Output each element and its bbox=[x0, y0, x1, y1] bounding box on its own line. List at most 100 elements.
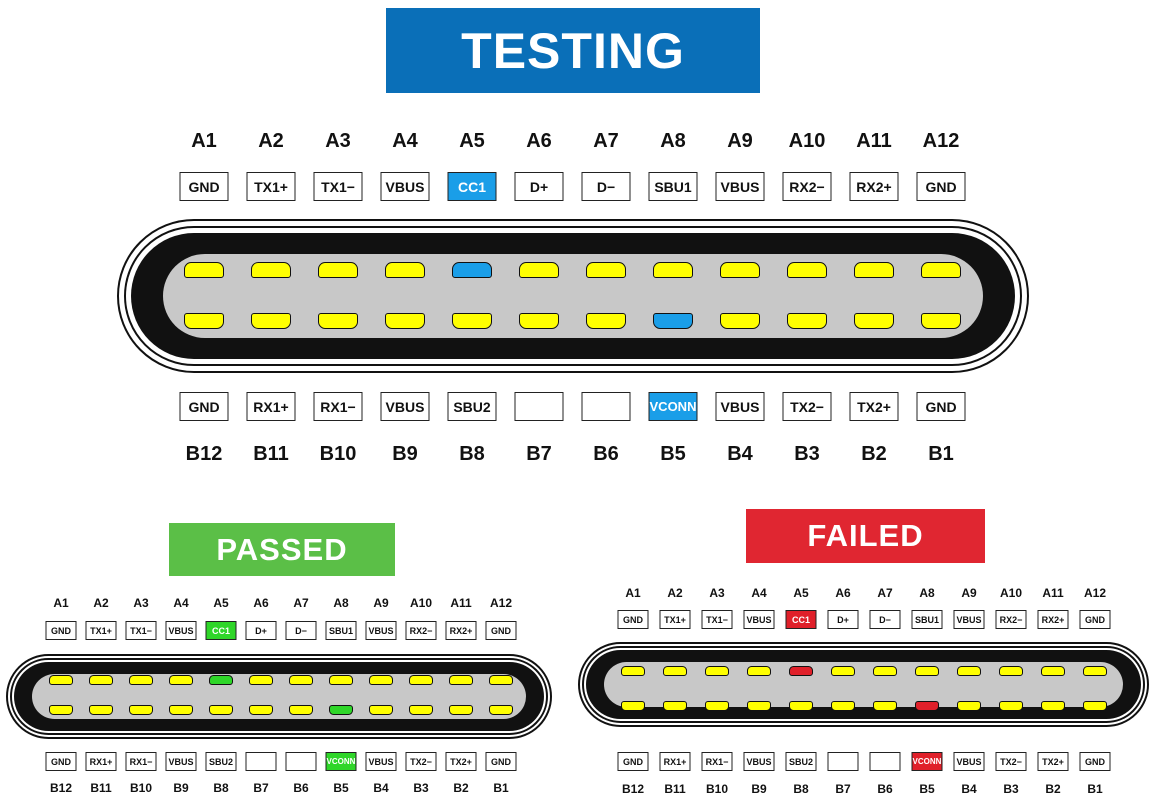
testing-pin-label-a12: A12 bbox=[922, 130, 960, 152]
testing-contact-b10 bbox=[318, 313, 358, 329]
failed-contact-a8 bbox=[915, 666, 939, 676]
passed-signal-a10: RX2− bbox=[405, 621, 437, 640]
failed-signal-a11: RX2+ bbox=[1037, 610, 1069, 629]
testing-contact-b8 bbox=[452, 313, 492, 329]
passed-pin-label-b7: B7 bbox=[253, 781, 269, 795]
failed-contact-a12 bbox=[1083, 666, 1107, 676]
passed-signal-b9: VBUS bbox=[165, 752, 197, 771]
passed-signal-b12: GND bbox=[45, 752, 77, 771]
failed-contact-a9 bbox=[957, 666, 981, 676]
passed-pin-label-a12: A12 bbox=[489, 596, 513, 610]
failed-contact-b12 bbox=[621, 701, 645, 711]
testing-pin-label-a3: A3 bbox=[325, 130, 351, 152]
passed-pin-label-b5: B5 bbox=[333, 781, 349, 795]
testing-pin-label-b1: B1 bbox=[928, 443, 954, 465]
passed-contact-a2 bbox=[89, 675, 113, 685]
passed-signal-a1: GND bbox=[45, 621, 77, 640]
testing-contact-a5 bbox=[452, 262, 492, 278]
failed-contact-a6 bbox=[831, 666, 855, 676]
failed-contact-a1 bbox=[621, 666, 645, 676]
passed-signal-a9: VBUS bbox=[365, 621, 397, 640]
passed-contact-b11 bbox=[89, 705, 113, 715]
failed-signal-b3: TX2− bbox=[995, 752, 1027, 771]
testing-pin-label-b11: B11 bbox=[253, 443, 289, 465]
passed-pin-label-b11: B11 bbox=[90, 781, 112, 795]
failed-signal-b8: SBU2 bbox=[785, 752, 817, 771]
testing-contact-a10 bbox=[787, 262, 827, 278]
failed-pin-label-b6: B6 bbox=[877, 782, 893, 796]
failed-signal-a8: SBU1 bbox=[911, 610, 943, 629]
testing-pin-label-a7: A7 bbox=[593, 130, 619, 152]
passed-signal-a4: VBUS bbox=[165, 621, 197, 640]
failed-signal-a1: GND bbox=[617, 610, 649, 629]
testing-signal-b9: VBUS bbox=[380, 392, 430, 421]
failed-contact-a11 bbox=[1041, 666, 1065, 676]
failed-signal-b1: GND bbox=[1079, 752, 1111, 771]
testing-contact-a6 bbox=[519, 262, 559, 278]
failed-contact-b7 bbox=[831, 701, 855, 711]
failed-contact-b4 bbox=[957, 701, 981, 711]
testing-signal-b6 bbox=[581, 392, 631, 421]
testing-pin-label-b4: B4 bbox=[727, 443, 753, 465]
testing-contact-b5 bbox=[653, 313, 693, 329]
testing-signal-b3: TX2− bbox=[782, 392, 832, 421]
passed-pin-label-a1: A1 bbox=[53, 596, 69, 610]
testing-signal-a2: TX1+ bbox=[246, 172, 296, 201]
failed-signal-b12: GND bbox=[617, 752, 649, 771]
testing-pin-label-a6: A6 bbox=[526, 130, 552, 152]
failed-signal-a7: D− bbox=[869, 610, 901, 629]
failed-pin-label-a2: A2 bbox=[667, 586, 683, 600]
testing-contact-b9 bbox=[385, 313, 425, 329]
testing-signal-b5: VCONN bbox=[648, 392, 698, 421]
testing-signal-a4: VBUS bbox=[380, 172, 430, 201]
passed-pin-label-a8: A8 bbox=[333, 596, 349, 610]
passed-pin-label-b12: B12 bbox=[49, 781, 73, 795]
failed-contact-b8 bbox=[789, 701, 813, 711]
passed-contact-b6 bbox=[289, 705, 313, 715]
failed-signal-a3: TX1− bbox=[701, 610, 733, 629]
testing-pin-label-b8: B8 bbox=[459, 443, 485, 465]
passed-pin-label-a9: A9 bbox=[373, 596, 389, 610]
failed-pin-label-b12: B12 bbox=[621, 782, 645, 796]
failed-signal-b6 bbox=[869, 752, 901, 771]
testing-pin-label-b2: B2 bbox=[861, 443, 887, 465]
passed-contact-a4 bbox=[169, 675, 193, 685]
testing-signal-a3: TX1− bbox=[313, 172, 363, 201]
passed-contact-a5 bbox=[209, 675, 233, 685]
testing-contact-b7 bbox=[519, 313, 559, 329]
testing-contact-a3 bbox=[318, 262, 358, 278]
failed-signal-b7 bbox=[827, 752, 859, 771]
testing-signal-b12: GND bbox=[179, 392, 229, 421]
failed-signal-b5: VCONN bbox=[911, 752, 943, 771]
usb-c-pinout-diagram: A1 GND GND B12 A2 TX1+ RX1+ B11 A3 TX1− RX1− B10 A4 V… bbox=[0, 0, 1151, 796]
failed-signal-a6: D+ bbox=[827, 610, 859, 629]
failed-pin-label-b1: B1 bbox=[1087, 782, 1103, 796]
passed-pin-label-a11: A11 bbox=[450, 596, 472, 610]
testing-contact-b6 bbox=[586, 313, 626, 329]
passed-contact-a1 bbox=[49, 675, 73, 685]
failed-contact-b1 bbox=[1083, 701, 1107, 711]
failed-contact-a10 bbox=[999, 666, 1023, 676]
passed-contact-b5 bbox=[329, 705, 353, 715]
testing-contact-a11 bbox=[854, 262, 894, 278]
passed-signal-a2: TX1+ bbox=[85, 621, 117, 640]
passed-signal-a3: TX1− bbox=[125, 621, 157, 640]
passed-signal-a6: D+ bbox=[245, 621, 277, 640]
testing-pin-label-b12: B12 bbox=[185, 443, 223, 465]
testing-signal-b7 bbox=[514, 392, 564, 421]
testing-pin-label-a2: A2 bbox=[258, 130, 284, 152]
passed-contact-b3 bbox=[409, 705, 433, 715]
passed-contact-b10 bbox=[129, 705, 153, 715]
testing-signal-b10: RX1− bbox=[313, 392, 363, 421]
passed-pin-label-a4: A4 bbox=[173, 596, 189, 610]
passed-contact-b7 bbox=[249, 705, 273, 715]
testing-contact-a12 bbox=[921, 262, 961, 278]
passed-pin-label-b9: B9 bbox=[173, 781, 189, 795]
testing-signal-b8: SBU2 bbox=[447, 392, 497, 421]
testing-pin-label-a4: A4 bbox=[392, 130, 418, 152]
failed-pin-label-b5: B5 bbox=[919, 782, 935, 796]
passed-contact-a6 bbox=[249, 675, 273, 685]
failed-signal-a2: TX1+ bbox=[659, 610, 691, 629]
failed-signal-b11: RX1+ bbox=[659, 752, 691, 771]
passed-pin-label-b3: B3 bbox=[413, 781, 429, 795]
